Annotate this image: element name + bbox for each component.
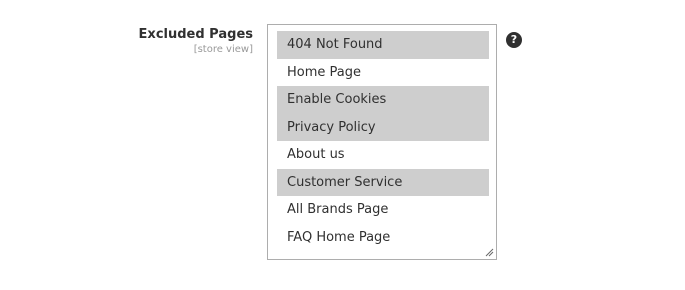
option-404-not-found[interactable]: 404 Not Found xyxy=(277,31,489,59)
option-about-us[interactable]: About us xyxy=(277,141,489,169)
help-icon[interactable]: ? xyxy=(506,32,522,48)
field-scope-label: [store view] xyxy=(193,44,253,55)
option-list: 404 Not Found Home Page Enable Cookies P… xyxy=(277,31,489,251)
field-label: Excluded Pages [store view] xyxy=(120,26,253,57)
option-faq-home-page[interactable]: FAQ Home Page xyxy=(277,224,489,252)
option-all-brands-page[interactable]: All Brands Page xyxy=(277,196,489,224)
excluded-pages-field: Excluded Pages [store view] 404 Not Foun… xyxy=(0,0,685,290)
option-enable-cookies[interactable]: Enable Cookies xyxy=(277,86,489,114)
resize-grip-icon[interactable] xyxy=(485,248,494,257)
option-customer-service[interactable]: Customer Service xyxy=(277,168,489,196)
excluded-pages-multiselect[interactable]: 404 Not Found Home Page Enable Cookies P… xyxy=(267,24,497,260)
option-home-page[interactable]: Home Page xyxy=(277,59,489,87)
option-privacy-policy[interactable]: Privacy Policy xyxy=(277,113,489,141)
field-label-title: Excluded Pages xyxy=(138,27,253,42)
